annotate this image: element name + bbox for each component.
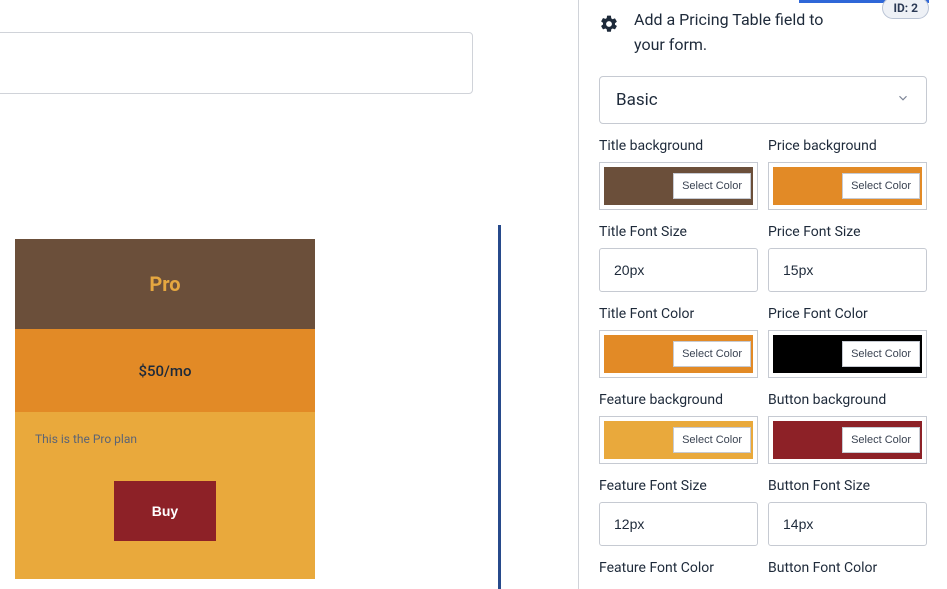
chevron-down-icon bbox=[896, 90, 910, 110]
info-text: Add a Pricing Table field to your form. bbox=[634, 8, 927, 58]
label-price-font-size: Price Font Size bbox=[768, 224, 927, 240]
label-button-background: Button background bbox=[768, 392, 927, 408]
card-feature-area: This is the Pro plan Buy bbox=[15, 412, 315, 579]
card-title: Pro bbox=[15, 239, 315, 329]
input-feature-font-size[interactable] bbox=[599, 502, 758, 546]
buy-button[interactable]: Buy bbox=[114, 481, 216, 541]
card-price-text: $50/mo bbox=[138, 362, 191, 380]
swatch-title-font-color[interactable]: Select Color bbox=[599, 330, 758, 378]
preview-text-input[interactable] bbox=[0, 32, 473, 94]
swatch-price-font-color[interactable]: Select Color bbox=[768, 330, 927, 378]
select-color-button[interactable]: Select Color bbox=[842, 173, 920, 199]
settings-sidebar: ID: 2 Add a Pricing Table field to your … bbox=[578, 0, 947, 589]
select-color-button[interactable]: Select Color bbox=[673, 173, 751, 199]
plan-dropdown[interactable]: Basic bbox=[599, 76, 927, 124]
input-button-font-size[interactable] bbox=[768, 502, 927, 546]
select-color-button[interactable]: Select Color bbox=[842, 427, 920, 453]
swatch-title-background[interactable]: Select Color bbox=[599, 162, 758, 210]
select-color-button[interactable]: Select Color bbox=[673, 341, 751, 367]
label-title-font-size: Title Font Size bbox=[599, 224, 758, 240]
label-price-font-color: Price Font Color bbox=[768, 306, 927, 322]
select-color-button[interactable]: Select Color bbox=[842, 341, 920, 367]
label-button-font-size: Button Font Size bbox=[768, 478, 927, 494]
label-feature-font-size: Feature Font Size bbox=[599, 478, 758, 494]
swatch-button-background[interactable]: Select Color bbox=[768, 416, 927, 464]
gear-icon bbox=[599, 14, 619, 38]
label-feature-font-color: Feature Font Color bbox=[599, 560, 758, 576]
label-price-background: Price background bbox=[768, 138, 927, 154]
id-badge: ID: 2 bbox=[882, 0, 929, 19]
dropdown-selected-label: Basic bbox=[616, 90, 658, 110]
label-feature-background: Feature background bbox=[599, 392, 758, 408]
label-title-background: Title background bbox=[599, 138, 758, 154]
input-title-font-size[interactable] bbox=[599, 248, 758, 292]
card-title-text: Pro bbox=[149, 272, 180, 296]
card-feature-text: This is the Pro plan bbox=[35, 432, 137, 446]
card-price: $50/mo bbox=[15, 329, 315, 412]
swatch-price-background[interactable]: Select Color bbox=[768, 162, 927, 210]
vertical-divider bbox=[498, 225, 501, 589]
input-price-font-size[interactable] bbox=[768, 248, 927, 292]
label-title-font-color: Title Font Color bbox=[599, 306, 758, 322]
select-color-button[interactable]: Select Color bbox=[673, 427, 751, 453]
info-row: Add a Pricing Table field to your form. bbox=[599, 8, 927, 58]
pricing-card-pro: Pro $50/mo This is the Pro plan Buy bbox=[15, 239, 315, 579]
label-button-font-color: Button Font Color bbox=[768, 560, 927, 576]
swatch-feature-background[interactable]: Select Color bbox=[599, 416, 758, 464]
